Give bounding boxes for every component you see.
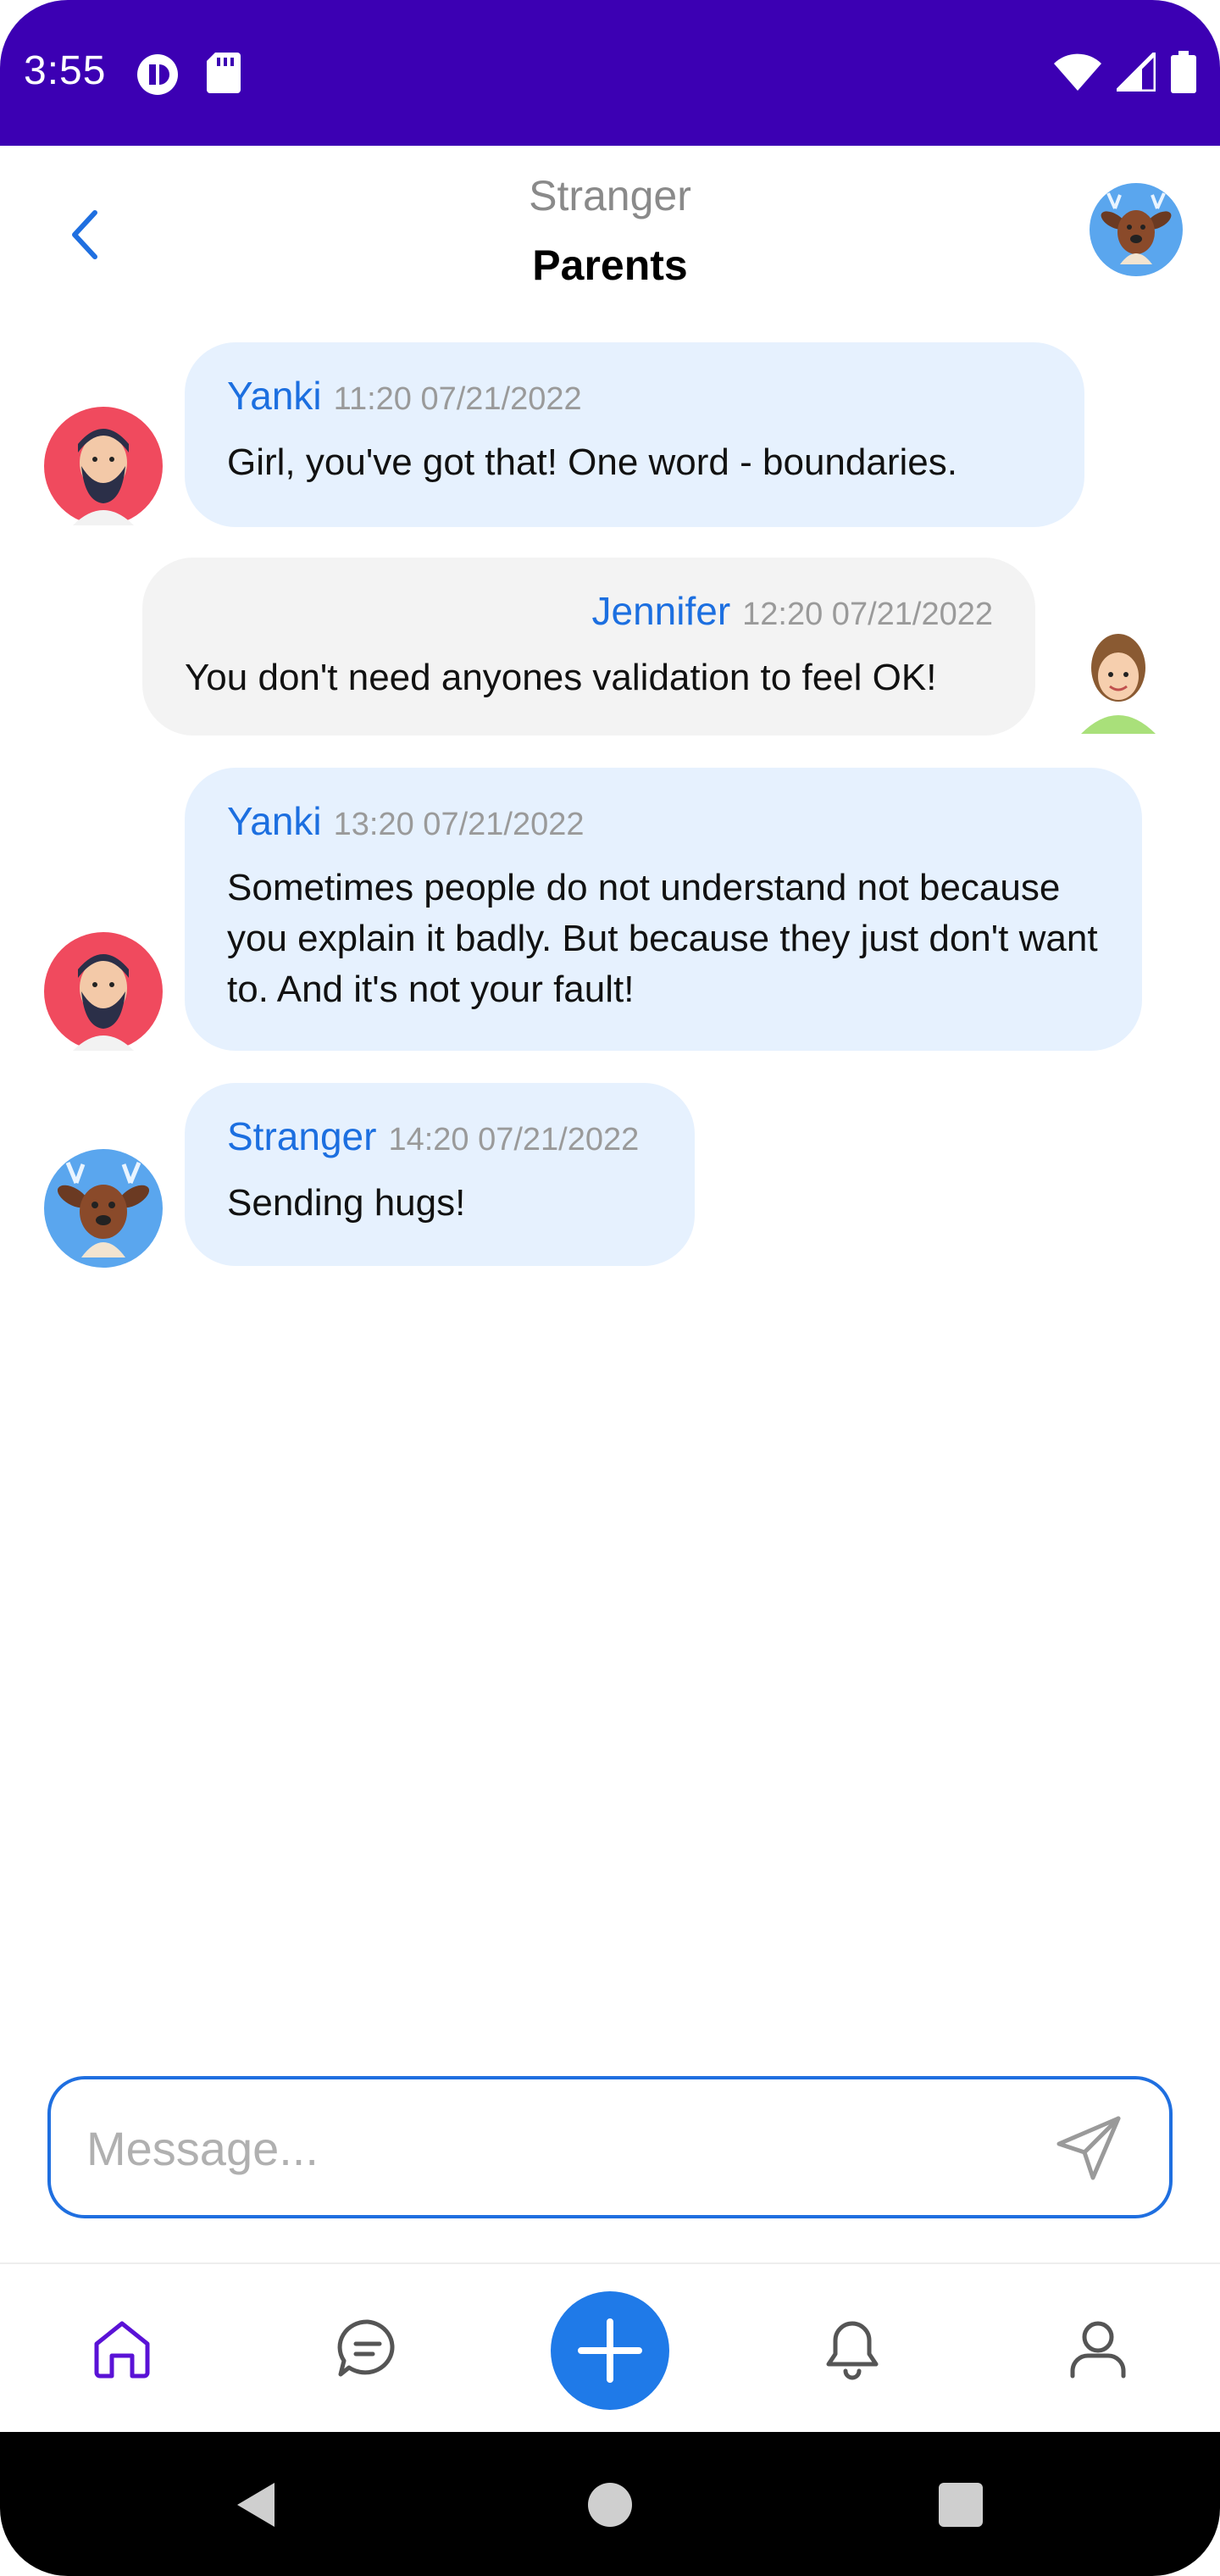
message-author[interactable]: Jennifer [592, 589, 731, 633]
app-notification-icon [137, 54, 178, 95]
message-text: Girl, you've got that! One word - bounda… [227, 441, 957, 483]
message-author[interactable]: Stranger [227, 1114, 376, 1158]
nav-home[interactable] [88, 2315, 156, 2383]
message-time: 11:20 07/21/2022 [333, 381, 582, 417]
wifi-icon [1054, 53, 1101, 91]
status-indicators [1054, 51, 1196, 93]
message-bubble[interactable]: Stranger 14:20 07/21/2022 Sending hugs! [185, 1083, 695, 1266]
signal-icon [1117, 53, 1156, 92]
message-meta: Yanki 11:20 07/21/2022 [227, 373, 1042, 419]
nav-notifications[interactable] [818, 2315, 886, 2383]
system-back-icon[interactable] [234, 2479, 278, 2530]
chat-header: Stranger Parents [0, 146, 1220, 324]
message-bubble[interactable]: Yanki 11:20 07/21/2022 Girl, you've got t… [185, 342, 1084, 527]
system-nav-bar [0, 2432, 1220, 2576]
nav-chat[interactable] [334, 2315, 402, 2383]
chat-icon [337, 2319, 395, 2377]
message-text: You don't need anyones validation to fee… [185, 657, 937, 698]
home-icon [94, 2321, 150, 2379]
sd-card-icon [207, 53, 241, 93]
message-author[interactable]: Yanki [227, 374, 322, 418]
message-time: 13:20 07/21/2022 [333, 807, 585, 842]
add-button[interactable] [551, 2291, 669, 2410]
message-meta: Jennifer 12:20 07/21/2022 [185, 588, 994, 634]
avatar[interactable] [1059, 615, 1178, 734]
battery-icon [1171, 51, 1196, 93]
avatar[interactable] [44, 1149, 163, 1268]
message-text: Sending hugs! [227, 1182, 466, 1224]
system-recents-icon[interactable] [939, 2483, 983, 2527]
message-composer [47, 2076, 1173, 2218]
header-subtitle: Stranger [529, 172, 691, 219]
message-bubble[interactable]: Jennifer 12:20 07/21/2022 You don't need … [142, 558, 1035, 736]
avatar[interactable] [44, 932, 163, 1051]
message-bubble[interactable]: Yanki 13:20 07/21/2022 Sometimes people d… [185, 768, 1142, 1051]
bell-icon [826, 2321, 879, 2380]
status-bar: 3:55 [0, 0, 1220, 146]
avatar[interactable] [44, 407, 163, 525]
user-icon [1070, 2321, 1126, 2379]
plus-icon [578, 2318, 642, 2383]
message-meta: Yanki 13:20 07/21/2022 [227, 798, 1100, 844]
status-time: 3:55 [24, 48, 107, 93]
message-meta: Stranger 14:20 07/21/2022 [227, 1113, 652, 1159]
nav-profile[interactable] [1064, 2315, 1132, 2383]
message-text: Sometimes people do not understand not b… [227, 867, 1098, 1010]
page-title: Parents [532, 242, 688, 289]
message-author[interactable]: Yanki [227, 799, 322, 843]
send-icon[interactable] [1054, 2113, 1123, 2183]
message-time: 14:20 07/21/2022 [388, 1122, 640, 1158]
system-home-icon[interactable] [588, 2483, 632, 2527]
avatar[interactable] [1090, 183, 1183, 276]
bottom-nav [0, 2262, 1220, 2434]
message-input[interactable] [85, 2079, 1020, 2217]
message-time: 12:20 07/21/2022 [742, 597, 993, 632]
